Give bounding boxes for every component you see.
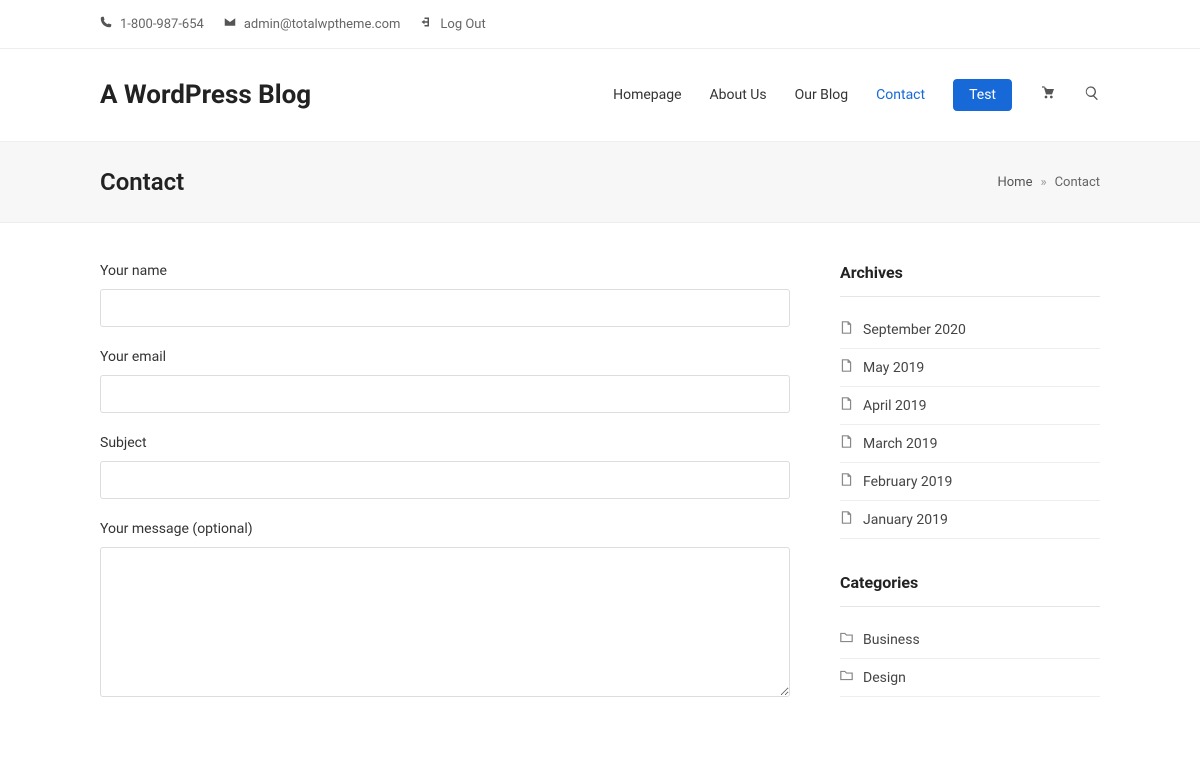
category-link[interactable]: Design	[840, 659, 1100, 697]
archive-link[interactable]: February 2019	[840, 463, 1100, 501]
topbar-phone[interactable]: 1-800-987-654	[100, 16, 204, 32]
breadcrumb-current: Contact	[1055, 175, 1100, 190]
cart-icon[interactable]	[1040, 85, 1056, 105]
topbar-email-text: admin@totalwptheme.com	[244, 17, 401, 32]
nav-homepage[interactable]: Homepage	[613, 87, 681, 103]
breadcrumb-separator: »	[1040, 175, 1046, 190]
message-input[interactable]	[100, 547, 790, 697]
file-icon	[840, 473, 853, 490]
archive-link[interactable]: March 2019	[840, 425, 1100, 463]
logout-icon	[420, 16, 432, 32]
folder-icon	[840, 669, 853, 686]
archive-link[interactable]: January 2019	[840, 501, 1100, 539]
header: A WordPress Blog Homepage About Us Our B…	[0, 49, 1200, 141]
breadcrumb: Home » Contact	[997, 175, 1100, 190]
topbar-phone-text: 1-800-987-654	[120, 17, 204, 32]
archive-link[interactable]: May 2019	[840, 349, 1100, 387]
email-label: Your email	[100, 349, 790, 365]
topbar: 1-800-987-654 admin@totalwptheme.com Log…	[0, 0, 1200, 49]
sidebar: Archives September 2020 May 2019 April 2…	[840, 263, 1100, 731]
name-input[interactable]	[100, 289, 790, 327]
categories-title: Categories	[840, 573, 1100, 607]
folder-icon	[840, 631, 853, 648]
subject-input[interactable]	[100, 461, 790, 499]
message-label: Your message (optional)	[100, 521, 790, 537]
categories-widget: Categories Business Design	[840, 573, 1100, 697]
email-input[interactable]	[100, 375, 790, 413]
nav-about[interactable]: About Us	[710, 87, 767, 103]
main-nav: Homepage About Us Our Blog Contact Test	[613, 79, 1100, 111]
nav-test-button[interactable]: Test	[953, 79, 1012, 111]
file-icon	[840, 359, 853, 376]
topbar-email[interactable]: admin@totalwptheme.com	[224, 16, 401, 32]
archive-link[interactable]: April 2019	[840, 387, 1100, 425]
file-icon	[840, 511, 853, 528]
site-title[interactable]: A WordPress Blog	[100, 80, 311, 110]
envelope-icon	[224, 16, 236, 32]
subject-label: Subject	[100, 435, 790, 451]
phone-icon	[100, 16, 112, 32]
nav-blog[interactable]: Our Blog	[795, 87, 849, 103]
file-icon	[840, 397, 853, 414]
file-icon	[840, 321, 853, 338]
search-icon[interactable]	[1084, 85, 1100, 105]
page-header: Contact Home » Contact	[0, 141, 1200, 223]
archives-title: Archives	[840, 263, 1100, 297]
topbar-logout-text: Log Out	[440, 17, 485, 32]
file-icon	[840, 435, 853, 452]
category-link[interactable]: Business	[840, 621, 1100, 659]
archive-link[interactable]: September 2020	[840, 311, 1100, 349]
content: Your name Your email Subject Your messag…	[100, 223, 1100, 771]
page-title: Contact	[100, 168, 184, 196]
contact-form: Your name Your email Subject Your messag…	[100, 263, 790, 731]
archives-widget: Archives September 2020 May 2019 April 2…	[840, 263, 1100, 539]
breadcrumb-home[interactable]: Home	[997, 175, 1032, 190]
nav-contact[interactable]: Contact	[876, 87, 925, 103]
topbar-logout[interactable]: Log Out	[420, 16, 485, 32]
name-label: Your name	[100, 263, 790, 279]
